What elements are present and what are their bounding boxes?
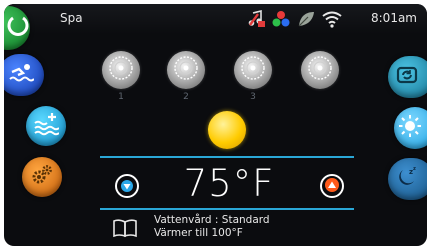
jet-3-label: 3: [250, 92, 256, 102]
jet-2-label: 2: [183, 92, 189, 102]
home-button[interactable]: [4, 6, 30, 50]
jet-icon: [107, 54, 135, 86]
water-temp-plus-icon: [33, 111, 60, 141]
water-care-status: Vattenvård : Standard: [154, 214, 270, 226]
brightness-icon: [397, 113, 423, 143]
swimmer-icon: [8, 60, 35, 90]
refresh-button[interactable]: [388, 56, 427, 98]
jet-1-label: 1: [118, 92, 124, 102]
jet-icon: [239, 54, 267, 86]
wifi-icon: [322, 10, 342, 28]
home-icon: [5, 13, 31, 43]
jet-icon: [306, 54, 334, 86]
clock: 8:01am: [371, 11, 417, 25]
status-bar: Spa 8:01am: [4, 4, 427, 34]
color-wheel-icon: [271, 10, 291, 28]
jet-4-button[interactable]: [301, 51, 339, 89]
jet-2-button[interactable]: [167, 51, 205, 89]
svg-text:z: z: [413, 166, 416, 172]
settings-button[interactable]: [22, 157, 62, 197]
jet-icon: [172, 54, 200, 86]
temperature-display: 75°F: [183, 162, 275, 205]
music-muted-icon: [246, 9, 266, 28]
jet-3-button[interactable]: [234, 51, 272, 89]
brightness-button[interactable]: [394, 107, 427, 149]
settings-gears-icon: [29, 162, 55, 192]
temp-up-button[interactable]: [320, 174, 344, 198]
heat-mode-button[interactable]: [26, 106, 66, 146]
temp-down-button[interactable]: [115, 174, 139, 198]
spa-screen: Spa 8:01am z z 1 2 3 75°F Vattenvård: S…: [4, 4, 427, 246]
temp-top-divider: [100, 156, 354, 158]
refresh-icon: [394, 62, 420, 92]
temp-up-icon: [325, 177, 339, 196]
jet-1-button[interactable]: [102, 51, 140, 89]
light-button[interactable]: [208, 111, 246, 149]
temp-bottom-divider: [100, 208, 354, 210]
sleep-icon: zz: [394, 164, 420, 194]
app-title: Spa: [60, 11, 83, 25]
leaf-icon: [296, 10, 316, 28]
pool-mode-button[interactable]: [4, 54, 44, 96]
temp-down-icon: [121, 177, 133, 196]
sleep-button[interactable]: zz: [388, 158, 427, 200]
book-icon[interactable]: [112, 218, 138, 238]
heating-status: Värmer till 100°F: [154, 227, 243, 239]
